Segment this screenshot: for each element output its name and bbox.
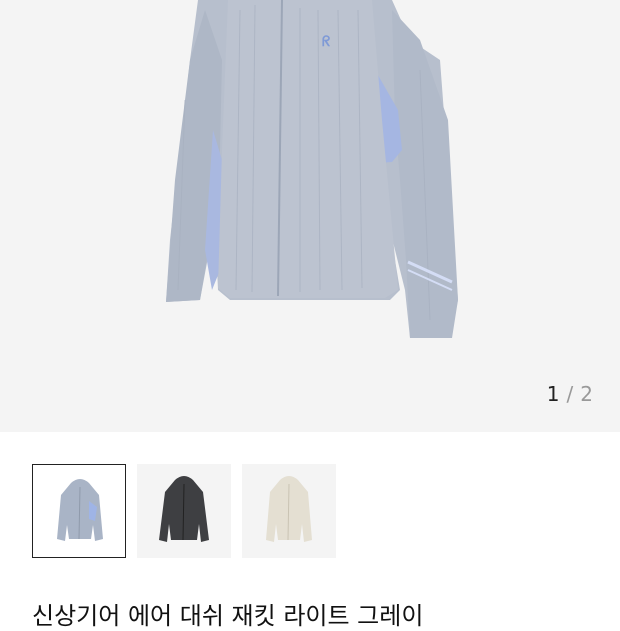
thumbnail-light-grey[interactable] xyxy=(32,464,126,558)
thumbnail-strip xyxy=(32,464,336,558)
thumbnail-beige[interactable] xyxy=(242,464,336,558)
jacket-thumbnail-light-grey xyxy=(57,479,103,541)
product-title: 신상기어 에어 대쉬 재킷 라이트 그레이 xyxy=(32,602,424,630)
counter-current: 1 xyxy=(546,382,561,406)
svg-text:ᖇ: ᖇ xyxy=(322,34,331,50)
counter-total: 2 xyxy=(580,382,594,406)
jacket-main-image: ᖇ xyxy=(166,0,458,338)
product-image-gallery[interactable]: ᖇ 1/2 xyxy=(0,0,620,432)
thumbnail-dark-grey[interactable] xyxy=(137,464,231,558)
image-counter: 1/2 xyxy=(547,382,594,406)
jacket-thumbnail-dark-grey xyxy=(159,476,209,542)
jacket-thumbnail-beige xyxy=(266,476,312,542)
counter-separator: / xyxy=(566,382,575,406)
